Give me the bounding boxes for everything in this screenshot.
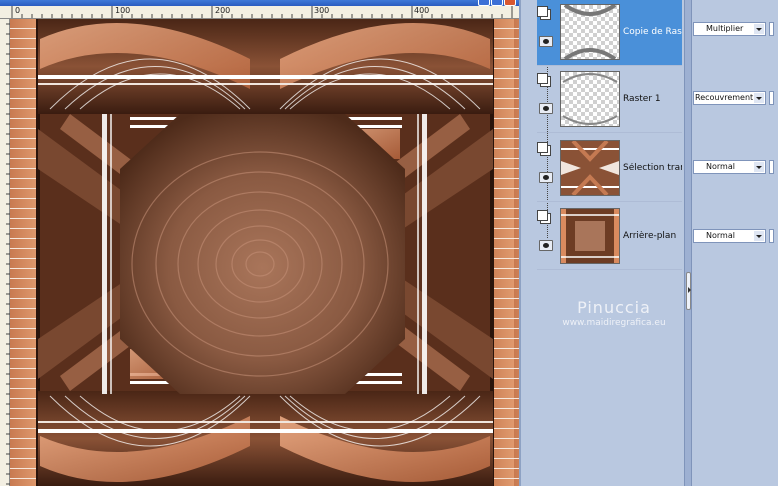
layer-row-selection-transformee[interactable]: Sélection transformée: [537, 136, 682, 202]
ruler-label-100: 100: [115, 6, 131, 15]
layer-list: Copie de Raster 1 Raster 1: [537, 0, 682, 486]
ruler-label-300: 300: [314, 6, 330, 15]
chevron-down-icon[interactable]: [754, 93, 764, 103]
ruler-label-200: 200: [215, 6, 231, 15]
blend-mode-select-layer-4[interactable]: Normal: [693, 229, 766, 243]
ruler-vertical: [0, 19, 10, 486]
layer-thumbnail: [560, 4, 620, 60]
layer-select-icon[interactable]: [537, 142, 551, 156]
layer-select-icon[interactable]: [537, 210, 551, 224]
blend-mode-value: Normal: [706, 162, 735, 171]
layer-name: Raster 1: [623, 94, 661, 104]
chevron-down-icon[interactable]: [754, 162, 764, 172]
expand-arrow-icon[interactable]: [686, 272, 691, 310]
blend-mode-value: Normal: [706, 231, 735, 240]
opacity-field[interactable]: [769, 229, 774, 243]
layer-name: Copie de Raster 1: [623, 27, 682, 37]
layer-name: Sélection transformée: [623, 163, 682, 173]
layer-row-copie-de-raster-1[interactable]: Copie de Raster 1: [537, 0, 682, 66]
palette-splitter[interactable]: [684, 0, 692, 486]
ruler-horizontal: 0 100 200 300 400: [0, 6, 519, 19]
eye-icon[interactable]: [539, 240, 553, 251]
eye-icon[interactable]: [539, 36, 553, 47]
layer-row-raster-1[interactable]: Raster 1: [537, 67, 682, 133]
blend-mode-value: Recouvrement: [695, 93, 754, 102]
layer-name: Arrière-plan: [623, 231, 677, 241]
opacity-field[interactable]: [769, 22, 774, 36]
opacity-field[interactable]: [769, 91, 774, 105]
layer-select-icon[interactable]: [537, 6, 551, 20]
layer-thumbnail: [560, 71, 620, 127]
chevron-down-icon[interactable]: [754, 24, 764, 34]
watermark-title: Pinuccia: [577, 298, 651, 317]
layer-row-arriere-plan[interactable]: Arrière-plan: [537, 204, 682, 270]
artwork-canvas[interactable]: [10, 19, 519, 486]
ruler-label-400: 400: [414, 6, 430, 15]
eye-icon[interactable]: [539, 103, 553, 114]
blend-mode-value: Multiplier: [706, 24, 744, 33]
eye-icon[interactable]: [539, 172, 553, 183]
blend-mode-select-layer-1[interactable]: Multiplier: [693, 22, 766, 36]
blend-mode-select-layer-2[interactable]: Recouvrement: [693, 91, 766, 105]
artwork-image: [10, 19, 519, 486]
watermark-url: www.maidiregrafica.eu: [562, 318, 666, 328]
layer-thumbnail: [560, 208, 620, 264]
layers-palette: Copie de Raster 1 Raster 1: [519, 0, 778, 486]
opacity-field[interactable]: [769, 160, 774, 174]
ruler-label-0: 0: [15, 6, 21, 15]
watermark: Pinuccia www.maidiregrafica.eu: [537, 298, 691, 328]
layer-thumbnail: [560, 140, 620, 196]
layer-select-icon[interactable]: [537, 73, 551, 87]
blend-mode-select-layer-3[interactable]: Normal: [693, 160, 766, 174]
chevron-down-icon[interactable]: [754, 231, 764, 241]
image-window: 0 100 200 300 400: [0, 0, 519, 486]
